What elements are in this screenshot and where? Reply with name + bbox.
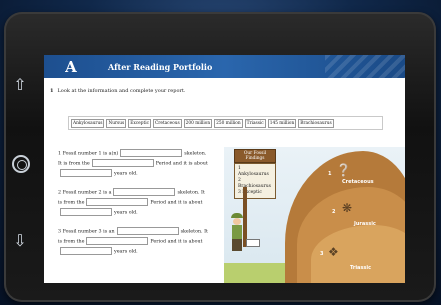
instruction-number: 1	[50, 88, 54, 94]
instruction: 1 Look at the information and complete yo…	[50, 88, 185, 94]
q1-line2: It is from the	[58, 161, 90, 167]
q1-line2b: Period and it is about	[155, 161, 208, 167]
sign-item: 1 Ankylosaurus	[238, 166, 269, 177]
fossil-scene: ❔ ❋ ❖ 1 2 3 Cretaceous Jurassic Triassic…	[224, 147, 405, 283]
q3-line1: 3 Fossil number 3 is an	[58, 229, 115, 235]
q1-line1b: skeleton.	[184, 151, 207, 157]
q3-line1b: skeleton. It	[180, 229, 208, 235]
q3-answer-age[interactable]	[60, 247, 112, 255]
word-tile[interactable]: Cretaceous	[152, 118, 182, 128]
q1-line1: 1 Fossil number 1 is a(n)	[58, 151, 119, 157]
fossil-2-icon: ❋	[342, 201, 353, 215]
app-screen: A After Reading Portfolio 1 Look at the i…	[44, 55, 405, 283]
word-tile[interactable]: Exceptic	[128, 118, 151, 128]
q2-line1: 2 Fossil number 2 is a	[58, 190, 112, 196]
q3-line3: years old.	[114, 249, 138, 255]
arrow-up-icon[interactable]: ⇧	[12, 76, 28, 94]
fossil-3-icon: ❖	[328, 245, 339, 259]
question-2: 2 Fossil number 2 is a skeleton. It is fr…	[58, 188, 205, 218]
magnifier-icon	[246, 239, 260, 247]
page-header: A After Reading Portfolio	[44, 55, 405, 78]
layer-label: Triassic	[350, 265, 372, 271]
instruction-text: Look at the information and complete you…	[57, 88, 186, 94]
q3-answer-period[interactable]	[86, 237, 149, 245]
tablet-frame: ⇧ ⇩ A After Reading Portfolio 1 Look at t…	[4, 12, 436, 302]
word-tile[interactable]: Nursus	[106, 118, 127, 128]
page-title: After Reading Portfolio	[108, 61, 213, 72]
section-letter: A	[65, 57, 77, 76]
q2-answer-period[interactable]	[86, 198, 149, 206]
q3-line2b: Period and it is about	[150, 239, 203, 245]
sign-title: Our Fossil Findings	[234, 149, 276, 163]
q2-answer-skeleton[interactable]	[113, 188, 176, 196]
q2-line1b: skeleton. It	[177, 190, 205, 196]
q1-answer-age[interactable]	[60, 169, 112, 177]
word-tile[interactable]: 250 million	[214, 118, 243, 128]
fossil-sign: Our Fossil Findings 1 Ankylosaurus 2 Bra…	[234, 149, 276, 199]
q1-answer-period[interactable]	[91, 159, 154, 167]
layer-label: Jurassic	[354, 221, 376, 227]
fossil-number: 1	[328, 171, 332, 177]
q3-line2: is from the	[58, 239, 85, 245]
q2-answer-age[interactable]	[60, 208, 112, 216]
q2-line3: years old.	[114, 210, 138, 216]
background: ⇧ ⇩ A After Reading Portfolio 1 Look at t…	[0, 0, 441, 305]
fossil-number: 3	[320, 251, 324, 257]
q1-line3: years old.	[114, 171, 138, 177]
sign-list: 1 Ankylosaurus 2 Brachiosaurus 3 Excepti…	[234, 163, 276, 199]
home-button-icon[interactable]	[12, 155, 30, 173]
word-tile[interactable]: 200 million	[183, 118, 213, 128]
word-tile[interactable]: Triassic	[244, 118, 266, 128]
fossil-1-icon: ❔	[336, 163, 351, 177]
q2-line2b: Period and it is about	[150, 200, 203, 206]
word-tile[interactable]: Ankylosaurus	[71, 118, 105, 128]
q2-line2: is from the	[58, 200, 85, 206]
q1-answer-skeleton[interactable]	[120, 149, 183, 157]
q3-answer-skeleton[interactable]	[116, 227, 179, 235]
header-decoration	[325, 55, 405, 78]
word-bank: Ankylosaurus Nursus Exceptic Cretaceous …	[68, 116, 383, 130]
arrow-down-icon[interactable]: ⇩	[12, 232, 28, 250]
layer-label: Cretaceous	[342, 179, 374, 185]
explorer-figure	[228, 213, 246, 255]
question-1: 1 Fossil number 1 is a(n) skeleton. It is…	[58, 149, 208, 179]
fossil-number: 2	[332, 209, 336, 215]
word-tile[interactable]: Brachiosaurus	[298, 118, 334, 128]
word-tile[interactable]: 145 million	[267, 118, 297, 128]
question-3: 3 Fossil number 3 is an skeleton. It is f…	[58, 227, 208, 257]
